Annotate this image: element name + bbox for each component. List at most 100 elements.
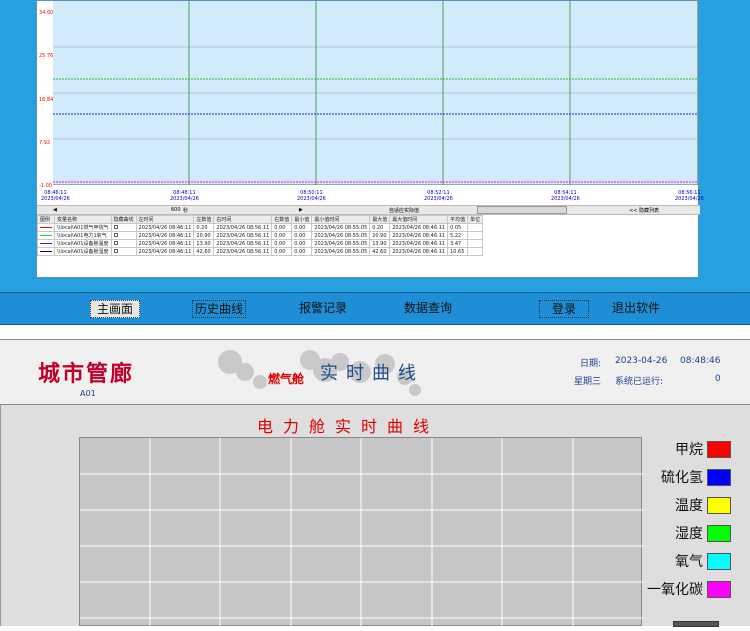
- hide-curve-cell: [110, 247, 137, 256]
- right-value: 0.00: [271, 247, 293, 256]
- unit: [467, 231, 484, 240]
- time-span-unit: 秒: [183, 208, 189, 214]
- hide-list-button[interactable]: << 隐藏列表: [629, 207, 659, 214]
- max-value: 20.90: [369, 231, 391, 240]
- variable-name: \\local\A01设备舱湿度: [54, 247, 112, 256]
- auto-scale-button[interactable]: 自适应实际值: [389, 207, 419, 214]
- variable-name: \\local\A01电力1氧气: [54, 231, 112, 240]
- nav-query-button[interactable]: 数据查询: [401, 300, 455, 318]
- scroll-right-button[interactable]: ▶: [299, 207, 303, 213]
- avg-value: 10.65: [447, 247, 469, 256]
- legend-label: 湿度: [675, 526, 703, 542]
- date-value: 2023-04-26: [615, 356, 668, 366]
- min-time: 2023/04/26 08:55:05: [311, 247, 371, 256]
- y-tick-label: 25.76: [39, 53, 54, 59]
- x-tick-label: 08:56:11 2023/04/26: [675, 190, 704, 202]
- runtime-value: 0: [715, 374, 721, 384]
- zoom-toolbar[interactable]: [477, 206, 567, 214]
- min-value: 0.00: [291, 247, 313, 256]
- realtime-grid-svg: [80, 438, 643, 627]
- left-time: 2023/04/26 08:46:11: [135, 239, 195, 248]
- bottom-nav-bar: 主画面 历史曲线 报警记录 数据查询 登录 退出软件: [0, 292, 750, 325]
- right-value: 0.00: [271, 239, 293, 248]
- col-header: 右时间: [213, 215, 273, 224]
- legend-swatch-cell: [37, 247, 55, 256]
- left-time: 2023/04/26 08:46:11: [135, 231, 195, 240]
- nav-exit-button[interactable]: 退出软件: [609, 300, 663, 318]
- col-header: 最小值: [291, 215, 313, 224]
- right-time: 2023/04/26 08:56:11: [213, 239, 273, 248]
- y-tick-label: 34.60: [39, 10, 54, 16]
- hide-curve-cell: [110, 231, 137, 240]
- legend-label: 温度: [675, 498, 703, 514]
- col-header: 单位: [467, 215, 484, 224]
- min-time: 2023/04/26 08:55:05: [311, 223, 371, 232]
- variable-table: 图例 变量名称 隐藏曲线 左时间 左数值 右时间 右数值 最小值 最小值时间 最…: [37, 215, 700, 256]
- cabin-label: 燃气舱: [268, 372, 305, 386]
- table-row[interactable]: \\local\A01设备舱湿度 2023/04/26 08:46:11 42.…: [37, 247, 484, 256]
- time-scrollbar[interactable]: ◀ 600 秒 ▶ 自适应实际值 << 隐藏列表: [37, 205, 700, 215]
- app-title: 城市管廊: [38, 361, 135, 387]
- legend-color-box: [707, 525, 731, 542]
- legend-swatch: [40, 250, 52, 252]
- time-span-value[interactable]: 600: [171, 207, 181, 213]
- history-trend-window: 34.60 25.76 16.84 7.92 -1.00 08:46:11 202…: [36, 0, 704, 278]
- table-row[interactable]: \\local\A01设备舱温度 2023/04/26 08:46:11 13.…: [37, 239, 484, 248]
- legend-methane: 甲烷: [647, 439, 747, 461]
- time-value: 08:48:46: [680, 356, 721, 366]
- table-row[interactable]: \\local\A01电力1氧气 2023/04/26 08:46:11 20.…: [37, 231, 484, 240]
- legend-color-box: [707, 497, 731, 514]
- y-tick-label: 7.92: [39, 140, 51, 146]
- realtime-chart-area[interactable]: [79, 437, 643, 627]
- legend-h2s: 硫化氢: [647, 467, 747, 489]
- realtime-chart-title: 电力舱实时曲线: [257, 417, 440, 436]
- realtime-panel: 电力舱实时曲线 甲烷 硫化氢 温度 湿度 氧气 一氧化碳: [0, 405, 750, 627]
- corner-button[interactable]: [673, 621, 719, 627]
- col-header: 最小值时间: [311, 215, 371, 224]
- nav-main-button[interactable]: 主画面: [90, 300, 140, 318]
- hide-curve-checkbox[interactable]: [113, 248, 118, 253]
- nav-login-button[interactable]: 登录: [539, 300, 589, 318]
- right-time: 2023/04/26 08:56:11: [213, 223, 273, 232]
- max-time: 2023/04/26 08:46:11: [389, 247, 449, 256]
- legend-label: 氧气: [675, 554, 703, 570]
- table-row[interactable]: \\local\A01燃气甲烷气 2023/04/26 08:46:11 0.2…: [37, 223, 484, 232]
- max-value: 13.90: [369, 239, 391, 248]
- legend-color-box: [707, 441, 731, 458]
- legend-swatch-cell: [37, 223, 55, 232]
- left-time: 2023/04/26 08:46:11: [135, 223, 195, 232]
- nav-history-button[interactable]: 历史曲线: [192, 300, 246, 318]
- date-label: 日期:: [580, 359, 602, 369]
- nav-alarm-button[interactable]: 报警记录: [296, 300, 350, 318]
- left-value: 13.90: [193, 239, 215, 248]
- col-header: 右数值: [271, 215, 293, 224]
- col-header: 隐藏曲线: [110, 215, 137, 224]
- hide-curve-cell: [110, 223, 137, 232]
- y-tick-label: 16.84: [39, 97, 54, 103]
- right-value: 0.00: [271, 223, 293, 232]
- hide-curve-checkbox[interactable]: [113, 224, 118, 229]
- variable-name: \\local\A01燃气甲烷气: [54, 223, 112, 232]
- hide-curve-checkbox[interactable]: [113, 232, 118, 237]
- legend-temperature: 温度: [647, 495, 747, 517]
- min-value: 0.00: [291, 239, 313, 248]
- avg-value: 0.05: [447, 223, 469, 232]
- zone-label: A01: [80, 389, 96, 398]
- runtime-label: 系统已运行:: [615, 377, 664, 387]
- right-time: 2023/04/26 08:56:11: [213, 247, 273, 256]
- min-time: 2023/04/26 08:55:05: [311, 231, 371, 240]
- legend-swatch: [40, 242, 52, 244]
- avg-value: 5.22: [447, 231, 469, 240]
- table-header-row: 图例 变量名称 隐藏曲线 左时间 左数值 右时间 右数值 最小值 最小值时间 最…: [37, 215, 484, 224]
- hide-curve-checkbox[interactable]: [113, 240, 118, 245]
- left-value: 42.60: [193, 247, 215, 256]
- min-value: 0.00: [291, 223, 313, 232]
- right-time: 2023/04/26 08:56:11: [213, 231, 273, 240]
- screen-title: 实时曲线: [320, 363, 424, 384]
- scroll-left-button[interactable]: ◀: [53, 207, 57, 213]
- min-value: 0.00: [291, 231, 313, 240]
- history-plot-area[interactable]: [53, 1, 698, 186]
- left-value: 20.90: [193, 231, 215, 240]
- legend-co: 一氧化碳: [647, 579, 747, 601]
- legend-label: 硫化氢: [661, 470, 703, 486]
